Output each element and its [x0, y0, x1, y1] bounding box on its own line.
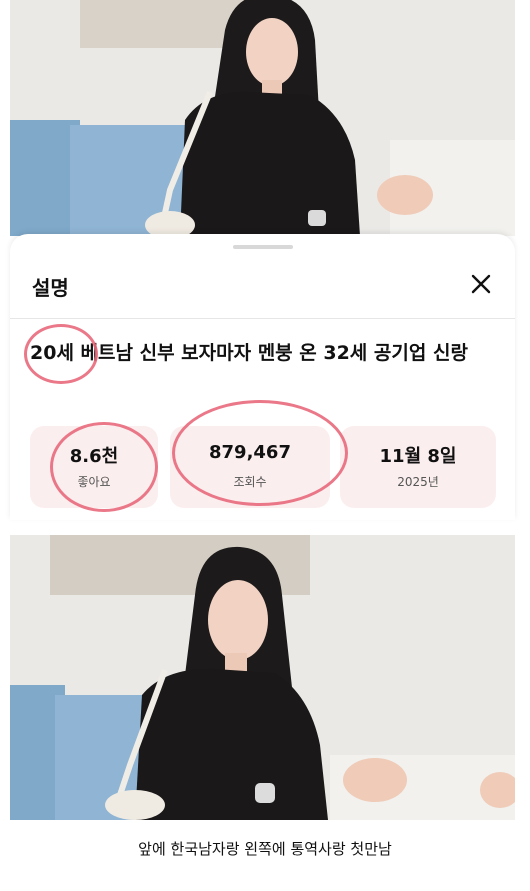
likes-stat: 8.6천 좋아요: [30, 426, 158, 508]
date-stat: 11월 8일 2025년: [340, 426, 496, 508]
video-frame-bottom: [10, 535, 515, 820]
video-title: 20세 베트남 신부 보자마자 멘붕 온 32세 공기업 신랑: [30, 340, 500, 367]
sheet-title: 설명: [32, 276, 69, 300]
close-icon: [471, 274, 491, 294]
views-count: 879,467: [209, 442, 291, 463]
drag-handle[interactable]: [233, 245, 293, 249]
upload-year: 2025년: [397, 475, 439, 489]
views-label: 조회수: [233, 475, 267, 489]
upload-date: 11월 8일: [379, 446, 457, 467]
views-stat: 879,467 조회수: [170, 426, 330, 508]
close-button[interactable]: [465, 268, 497, 300]
divider: [10, 318, 515, 319]
video-title-age: 20세: [30, 342, 74, 364]
video-frame-top: [10, 0, 515, 236]
likes-count: 8.6천: [69, 446, 119, 467]
image-caption: 앞에 한국남자랑 왼쪽에 통역사랑 첫만남: [138, 840, 392, 858]
likes-label: 좋아요: [77, 475, 111, 489]
video-title-text: 베트남 신부 보자마자 멘붕 온 32세 공기업 신랑: [73, 342, 468, 364]
description-sheet: 설명 20세 베트남 신부 보자마자 멘붕 온 32세 공기업 신랑 8.6천 …: [10, 234, 515, 520]
